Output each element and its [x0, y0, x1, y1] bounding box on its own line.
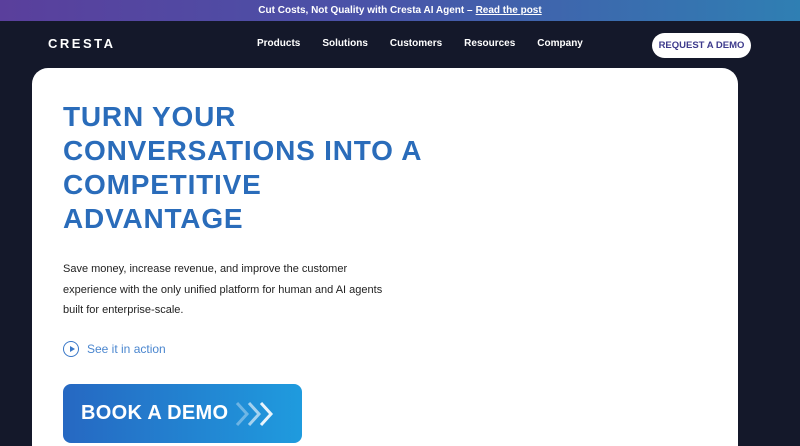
nav-item-solutions[interactable]: Solutions — [322, 38, 368, 49]
hero-subtext: Save money, increase revenue, and improv… — [63, 263, 383, 316]
book-demo-button[interactable]: BOOK A DEMO — [63, 384, 302, 443]
nav-item-products[interactable]: Products — [257, 38, 300, 49]
announcement-text: Cut Costs, Not Quality with Cresta AI Ag… — [258, 5, 473, 16]
top-navigation: CRESTA Products Solutions Customers Reso… — [0, 21, 800, 67]
book-demo-label: BOOK A DEMO — [81, 402, 229, 424]
see-it-in-action-label: See it in action — [87, 342, 166, 356]
read-post-link[interactable]: Read the post — [476, 5, 542, 16]
cresta-logo[interactable]: CRESTA — [48, 36, 115, 51]
play-icon — [63, 341, 79, 357]
nav-item-company[interactable]: Company — [537, 38, 583, 49]
hero-headline: TURN YOUR CONVERSATIONS INTO A COMPETITI… — [63, 101, 422, 234]
nav-menu: Products Solutions Customers Resources C… — [257, 38, 583, 49]
nav-item-customers[interactable]: Customers — [390, 38, 442, 49]
announcement-bar: Cut Costs, Not Quality with Cresta AI Ag… — [0, 0, 800, 21]
nav-item-resources[interactable]: Resources — [464, 38, 515, 49]
chevrons-right-icon — [235, 401, 274, 427]
request-demo-button[interactable]: REQUEST A DEMO — [652, 33, 751, 58]
see-it-in-action-link[interactable]: See it in action — [63, 341, 166, 357]
